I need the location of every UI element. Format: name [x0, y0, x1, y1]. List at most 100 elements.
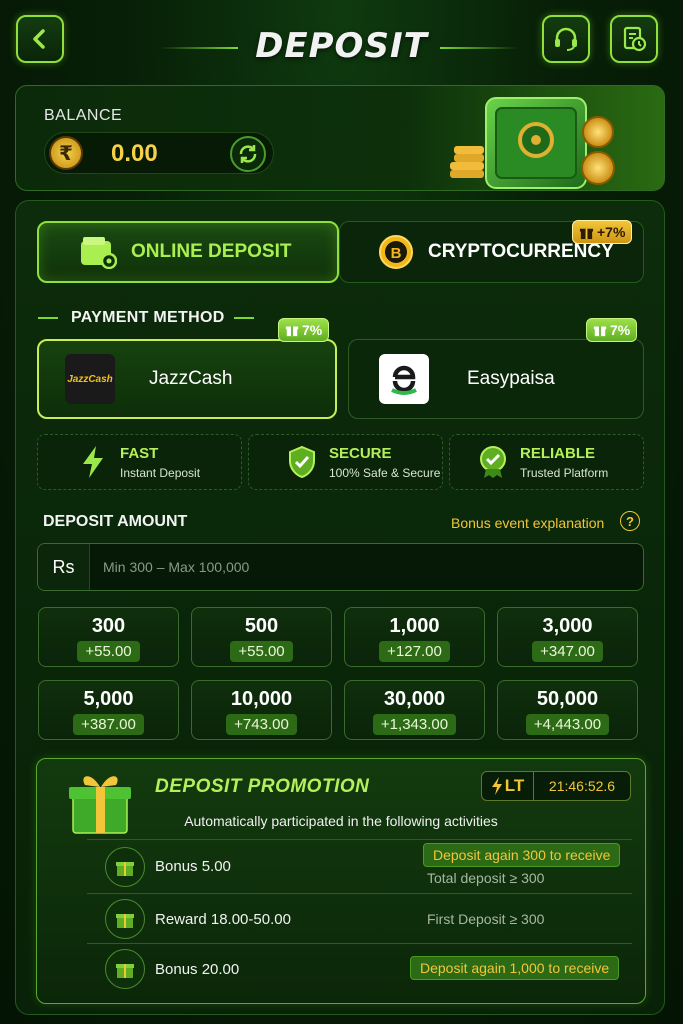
amount-chip[interactable]: 300 +55.00	[38, 607, 179, 667]
amount-chip-bonus: +55.00	[77, 641, 140, 662]
gift-icon	[105, 949, 145, 989]
gift-icon	[105, 847, 145, 887]
amount-input[interactable]	[90, 544, 643, 590]
title-decoration-right	[440, 47, 518, 49]
amount-chip-bonus: +347.00	[532, 641, 603, 662]
easypaisa-logo	[379, 354, 429, 404]
easypaisa-bonus-value: 7%	[610, 322, 631, 338]
promotion-row-condition: Total deposit ≥ 300	[427, 870, 545, 886]
crypto-bonus-badge: +7%	[572, 220, 633, 244]
bitcoin-icon: B	[379, 235, 413, 269]
feature-reliable-subtitle: Trusted Platform	[520, 465, 609, 480]
amount-chip-bonus: +743.00	[226, 714, 297, 735]
header: DEPOSIT	[0, 0, 683, 82]
jazzcash-logo: JazzCash	[65, 354, 115, 404]
feature-reliable-title: RELIABLE	[520, 444, 595, 462]
method-jazzcash[interactable]: JazzCash JazzCash	[37, 339, 337, 419]
deposit-amount-title: DEPOSIT AMOUNT	[43, 513, 188, 530]
amount-chip[interactable]: 10,000 +743.00	[191, 680, 332, 740]
method-jazzcash-label: JazzCash	[149, 368, 233, 389]
amount-chip-bonus: +387.00	[73, 714, 144, 735]
easypaisa-icon	[391, 365, 417, 395]
deposit-records-button[interactable]	[610, 15, 658, 63]
balance-value: 0.00	[111, 140, 158, 167]
deposit-again-button[interactable]: Deposit again 1,000 to receive	[410, 956, 620, 980]
feature-secure: SECURE 100% Safe & Secure	[248, 434, 443, 490]
lt-text: LT	[504, 776, 525, 795]
tab-online-deposit-label: ONLINE DEPOSIT	[131, 241, 292, 262]
section-decoration	[38, 317, 58, 319]
lightning-icon	[491, 777, 502, 795]
feature-secure-subtitle: 100% Safe & Secure	[329, 465, 441, 480]
amount-chip-bonus: +4,443.00	[525, 714, 610, 735]
promotion-row-condition: First Deposit ≥ 300	[427, 911, 545, 927]
amount-chip[interactable]: 30,000 +1,343.00	[344, 680, 485, 740]
amount-chip-bonus: +127.00	[379, 641, 450, 662]
amount-chip[interactable]: 5,000 +387.00	[38, 680, 179, 740]
help-icon[interactable]: ?	[620, 511, 640, 531]
amount-chip-bonus: +55.00	[230, 641, 293, 662]
shield-check-icon	[285, 445, 319, 479]
method-easypaisa-label: Easypaisa	[467, 368, 555, 389]
balance-label: BALANCE	[44, 107, 123, 124]
balance-display: ₹ 0.00	[44, 132, 274, 174]
promotion-subtitle: Automatically participated in the follow…	[184, 813, 498, 829]
deposit-again-button[interactable]: Deposit again 300 to receive	[423, 843, 621, 867]
support-button[interactable]	[542, 15, 590, 63]
section-decoration	[234, 317, 254, 319]
payment-method-title: PAYMENT METHOD	[71, 309, 225, 326]
amount-chip[interactable]: 500 +55.00	[191, 607, 332, 667]
amount-chip[interactable]: 3,000 +347.00	[497, 607, 638, 667]
amount-chip-bonus: +1,343.00	[372, 714, 457, 735]
promotion-row: Bonus 20.00 Deposit again 1,000 to recei…	[87, 943, 632, 993]
amount-chip-value: 30,000	[383, 688, 446, 710]
amount-chip[interactable]: 1,000 +127.00	[344, 607, 485, 667]
amount-chip-value: 500	[244, 615, 279, 637]
promotion-row-label: Bonus 5.00	[155, 858, 231, 875]
tab-online-deposit[interactable]: ONLINE DEPOSIT	[37, 221, 339, 283]
amount-chip-value: 10,000	[230, 688, 293, 710]
balance-card: BALANCE ₹ 0.00	[15, 85, 665, 191]
tab-cryptocurrency-label: CRYPTOCURRENCY	[428, 241, 614, 262]
wallet-icon	[81, 237, 117, 269]
amount-chip-value: 5,000	[83, 688, 134, 710]
amount-chip[interactable]: 50,000 +4,443.00	[497, 680, 638, 740]
badge-check-icon	[476, 445, 510, 479]
crypto-bonus-value: +7%	[597, 224, 626, 240]
amount-field[interactable]: Rs	[37, 543, 644, 591]
feature-reliable: RELIABLE Trusted Platform	[449, 434, 644, 490]
feature-fast-subtitle: Instant Deposit	[120, 465, 201, 480]
promotion-row-label: Reward 18.00-50.00	[155, 911, 291, 928]
refresh-balance-button[interactable]	[230, 136, 266, 172]
svg-text:B: B	[391, 245, 402, 262]
gift-icon	[105, 899, 145, 939]
promotion-row: Bonus 5.00 Deposit again 300 to receive …	[87, 839, 632, 893]
headset-icon	[555, 27, 577, 51]
gift-icon	[285, 326, 299, 337]
lt-label: LT	[482, 772, 534, 800]
promotion-title: DEPOSIT PROMOTION	[155, 776, 370, 797]
deposit-panel: ONLINE DEPOSIT B CRYPTOCURRENCY +7% PAYM…	[15, 200, 665, 1015]
feature-fast-title: FAST	[120, 444, 159, 462]
amount-chip-value: 1,000	[389, 615, 440, 637]
refresh-icon	[239, 145, 257, 163]
safe-coins-illustration	[450, 97, 615, 189]
countdown-timer: LT 21:46:52.6	[481, 771, 631, 801]
feature-secure-title: SECURE	[329, 444, 392, 462]
amount-chip-value: 300	[91, 615, 126, 637]
bonus-explanation-link[interactable]: Bonus event explanation	[451, 515, 604, 531]
document-clock-icon	[623, 26, 647, 52]
amount-chip-value: 3,000	[542, 615, 593, 637]
jazzcash-bonus-badge: 7%	[278, 318, 330, 342]
deposit-promotion-card: DEPOSIT PROMOTION LT 21:46:52.6 Automati…	[36, 758, 646, 1004]
currency-prefix: Rs	[38, 544, 90, 590]
promotion-row: Reward 18.00-50.00 First Deposit ≥ 300	[87, 893, 632, 943]
promotion-row-label: Bonus 20.00	[155, 961, 240, 978]
gift-icon	[579, 228, 594, 239]
countdown-value: 21:46:52.6	[548, 778, 616, 794]
feature-fast: FAST Instant Deposit	[37, 434, 242, 490]
method-easypaisa[interactable]: Easypaisa	[348, 339, 644, 419]
lightning-icon	[76, 445, 110, 479]
jazzcash-bonus-value: 7%	[302, 322, 323, 338]
amount-chip-value: 50,000	[536, 688, 599, 710]
